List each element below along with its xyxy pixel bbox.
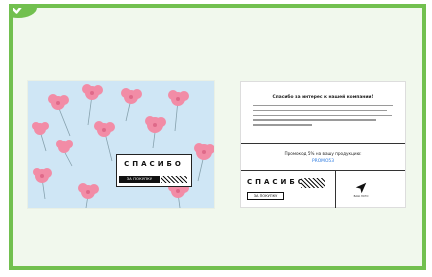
promo-code: PROMO53 xyxy=(312,159,334,164)
card-back: Спасибо за интерес к нашей компании! Про… xyxy=(240,81,406,208)
card-back-divider-top xyxy=(241,143,405,144)
thanks-tag: СПАСИБО ЗА ПОКУПКУ xyxy=(116,154,192,187)
card-front-floral: СПАСИБО ЗА ПОКУПКУ xyxy=(28,81,214,208)
card-back-vertical-divider xyxy=(335,170,336,208)
thanks-word: СПАСИБО xyxy=(124,160,184,168)
logo-text: ВАШ ЛОГО xyxy=(353,195,369,198)
floral-pattern xyxy=(32,84,214,208)
card-back-thanks-sub: ЗА ПОКУПКУ xyxy=(247,192,284,200)
thanks-sub: ЗА ПОКУПКУ xyxy=(119,176,160,183)
promo-text: Промокод 5% на вашу продукцию: xyxy=(284,151,362,156)
check-badge xyxy=(13,8,37,18)
card-back-divider-bottom xyxy=(241,170,405,171)
send-arrow-icon xyxy=(355,182,367,194)
check-icon xyxy=(13,8,22,14)
card-back-body-text xyxy=(253,105,393,129)
stripes-decoration xyxy=(301,178,325,188)
stripes-decoration xyxy=(161,176,187,183)
card-back-title: Спасибо за интерес к нашей компании! xyxy=(272,95,374,100)
product-panel: СПАСИБО ЗА ПОКУПКУ Спасибо за интерес к … xyxy=(9,4,426,270)
